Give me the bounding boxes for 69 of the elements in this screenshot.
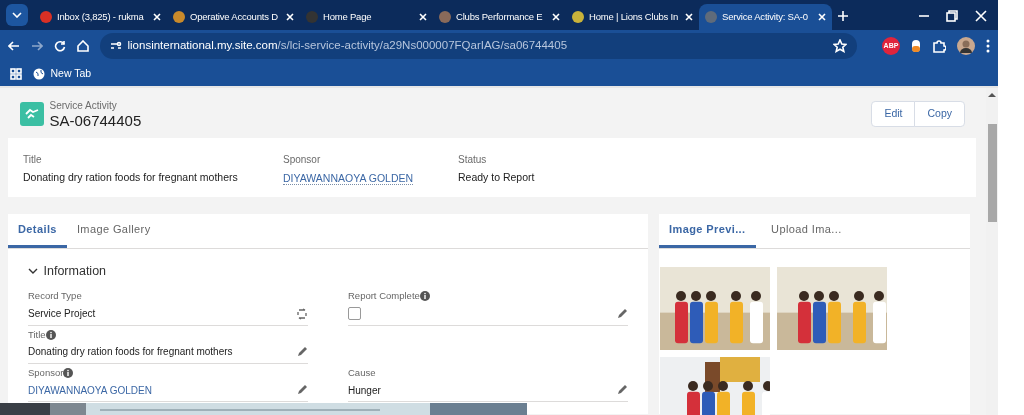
field-value: Ready to Report <box>458 169 536 185</box>
field-value: Hunger <box>348 383 381 398</box>
globe-icon <box>33 68 45 80</box>
record-name: SA-06744405 <box>49 113 142 130</box>
browser-tab[interactable]: Clubs Performance E <box>432 4 566 30</box>
scroll-up-icon[interactable] <box>988 92 996 97</box>
close-icon[interactable] <box>974 9 987 22</box>
field-label: Report Complete <box>348 289 420 304</box>
field-label: Sponsor <box>283 153 322 167</box>
site-settings-icon[interactable] <box>110 41 122 51</box>
menu-icon[interactable] <box>986 39 990 53</box>
tab[interactable]: Image Gallery <box>66 214 161 248</box>
home-icon[interactable] <box>77 40 89 52</box>
apps-icon[interactable] <box>10 68 22 80</box>
extensions-icon[interactable] <box>932 39 946 53</box>
close-icon[interactable] <box>684 13 693 21</box>
close-icon[interactable] <box>418 13 427 21</box>
info-icon[interactable] <box>45 329 56 340</box>
restore-icon[interactable] <box>946 9 958 22</box>
checkbox[interactable] <box>348 307 361 320</box>
tab[interactable]: Upload Ima... <box>761 214 852 248</box>
tab-search-button[interactable] <box>6 4 28 26</box>
back-icon[interactable] <box>8 40 20 52</box>
change-record-type-icon[interactable] <box>296 307 308 320</box>
address-bar[interactable]: lionsinternational.my.site.com/s/lci-service-activity/a29Ns000007FQarIAG/sa06744405 <box>100 33 857 59</box>
scrollbar-thumb[interactable] <box>988 124 997 222</box>
tab[interactable]: Image Previ... <box>659 214 756 248</box>
pencil-icon[interactable] <box>296 345 308 358</box>
sponsor-link[interactable]: DIYAWANNAOYA GOLDEN <box>28 382 152 398</box>
reload-icon[interactable] <box>54 40 66 52</box>
pencil-icon[interactable] <box>616 384 628 396</box>
field-value: Donating dry ration foods for fregnant mothers <box>23 169 239 185</box>
field-value: Donating dry ration foods for fregnant mothers <box>28 345 233 360</box>
url-path: /s/lci-service-activity/a29Ns000007FQarIAG/sa06744405 <box>277 39 568 52</box>
tab[interactable]: Details <box>8 214 67 248</box>
bookmark-star-icon[interactable] <box>833 39 847 53</box>
close-icon[interactable] <box>285 13 294 21</box>
info-icon[interactable] <box>63 367 74 378</box>
close-icon[interactable] <box>152 13 161 21</box>
record-type-label: Service Activity <box>49 99 118 114</box>
avatar-icon[interactable] <box>957 37 975 55</box>
url-host: lionsinternational.my.site.com <box>127 39 278 52</box>
action-button[interactable]: Edit <box>871 101 916 127</box>
field-label: Title <box>23 153 43 167</box>
bookmark-link[interactable]: New Tab <box>33 66 92 82</box>
chevron-icon <box>12 12 22 18</box>
section-toggle[interactable]: Information <box>28 261 107 281</box>
chevron-icon <box>28 267 38 274</box>
pencil-icon[interactable] <box>616 307 628 320</box>
close-icon[interactable] <box>817 13 826 21</box>
browser-tab[interactable]: Inbox (3,825) - rukma <box>33 4 167 30</box>
browser-tab[interactable]: Home Page <box>299 4 433 30</box>
sponsor-link[interactable]: DIYAWANNAOYA GOLDEN <box>283 171 414 185</box>
browser-tab[interactable]: Service Activity: SA-0 <box>698 4 832 30</box>
field-label: Status <box>458 153 488 167</box>
close-icon[interactable] <box>551 13 560 21</box>
field-value: Service Project <box>28 307 96 321</box>
forward-icon[interactable] <box>31 40 43 52</box>
field-label: Cause <box>348 365 376 380</box>
new-tab-icon[interactable] <box>837 9 849 22</box>
browser-tab[interactable]: Operative Accounts D <box>166 4 300 30</box>
capsule-icon[interactable] <box>911 39 921 53</box>
info-icon[interactable] <box>419 291 430 302</box>
action-button[interactable]: Copy <box>914 101 965 127</box>
browser-tab[interactable]: Home | Lions Clubs In <box>565 4 699 30</box>
field-label: Record Type <box>28 289 82 304</box>
pencil-icon[interactable] <box>296 384 308 396</box>
field-label: Title <box>28 327 46 342</box>
field-label: Sponsor <box>28 365 64 380</box>
